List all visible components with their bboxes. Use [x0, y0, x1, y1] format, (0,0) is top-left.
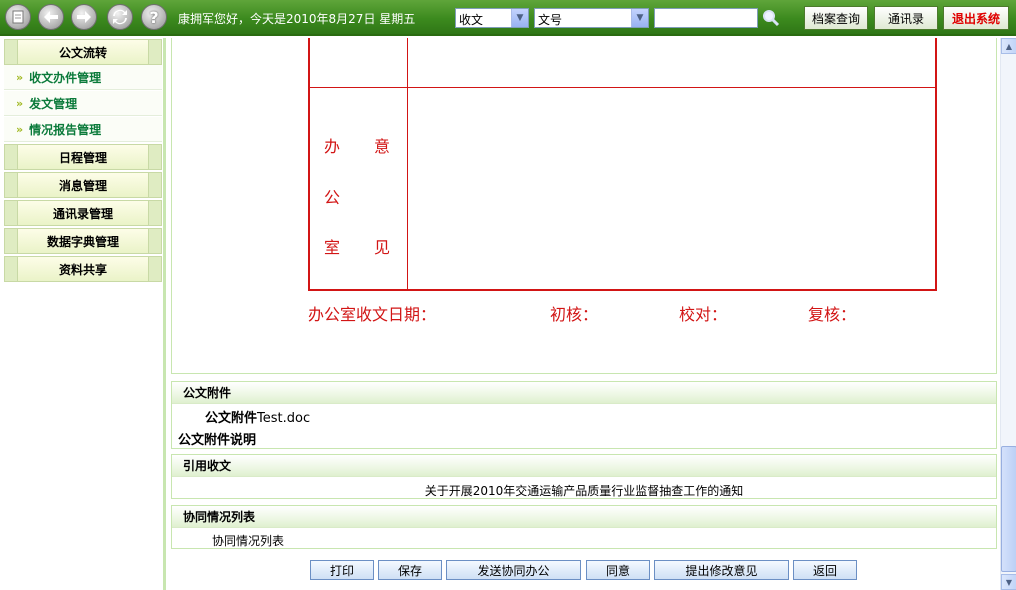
help-icon[interactable]: ?	[141, 4, 167, 30]
sidebar-item-label: 情况报告管理	[29, 122, 102, 137]
back-icon[interactable]	[38, 4, 64, 30]
scrollbar-thumb[interactable]	[1001, 446, 1016, 572]
suggest-changes-button[interactable]: 提出修改意见	[654, 560, 789, 580]
opinion-label-char: 办	[324, 137, 341, 156]
double-arrow-icon: »	[16, 96, 24, 110]
forward-icon[interactable]	[71, 4, 97, 30]
attachment-file-link[interactable]: Test.doc	[257, 411, 310, 426]
attachment-row: 公文附件Test.doc	[205, 407, 310, 426]
attachment-desc-label: 公文附件说明	[178, 433, 257, 448]
field-value: 文号	[538, 13, 563, 27]
doc-type-select[interactable]: 收文 ▼	[455, 8, 529, 28]
sidebar-item-label: 发文管理	[29, 96, 78, 111]
table-divider	[407, 38, 408, 289]
greeting-text: 康拥军您好，今天是2010年8月27日 星期五	[178, 12, 416, 26]
attachment-label: 公文附件	[205, 411, 258, 426]
sidebar-menu-share[interactable]: 资料共享	[4, 256, 162, 282]
chevron-down-icon[interactable]: ▼	[511, 9, 528, 27]
send-coop-button[interactable]: 发送协同办公	[446, 560, 581, 580]
opinion-table: 办 意 公 室 见	[308, 38, 937, 291]
field-select[interactable]: 文号 ▼	[534, 8, 649, 28]
reference-section: 引用收文 关于开展2010年交通运输产品质量行业监督抽查工作的通知	[171, 454, 997, 499]
app-window: ? 康拥军您好，今天是2010年8月27日 星期五 收文 ▼ 文号 ▼ 档案查询…	[0, 0, 1016, 590]
double-arrow-icon: »	[16, 70, 24, 84]
attachment-section-title: 公文附件	[172, 382, 996, 404]
opinion-label-char: 意	[374, 137, 391, 156]
opinion-label-char: 见	[374, 238, 391, 257]
sidebar: 公文流转 » 收文办件管理 » 发文管理 » 情况报告管理 日程管理 消息管理 …	[0, 38, 166, 590]
reference-section-title: 引用收文	[172, 455, 996, 477]
sidebar-item-receive[interactable]: » 收文办件管理	[4, 65, 162, 90]
print-button[interactable]: 打印	[310, 560, 374, 580]
logout-button[interactable]: 退出系统	[943, 6, 1009, 30]
document-frame: 办 意 公 室 见 办公室收文日期： 初核： 校对： 复核：	[171, 38, 997, 374]
scroll-up-icon[interactable]: ▲	[1001, 38, 1016, 54]
search-icon[interactable]	[762, 9, 780, 27]
sidebar-menu-schedule[interactable]: 日程管理	[4, 144, 162, 170]
first-check-label: 初核：	[550, 305, 599, 324]
save-button[interactable]: 保存	[378, 560, 442, 580]
refresh-icon[interactable]	[107, 4, 133, 30]
vertical-scrollbar[interactable]: ▲ ▼	[1000, 38, 1016, 590]
sidebar-item-label: 收文办件管理	[29, 70, 102, 85]
sidebar-item-send[interactable]: » 发文管理	[4, 91, 162, 116]
recheck-label: 复核：	[808, 305, 857, 324]
proofread-label: 校对：	[679, 305, 728, 324]
receive-date-label: 办公室收文日期：	[308, 305, 437, 324]
top-toolbar: ? 康拥军您好，今天是2010年8月27日 星期五 收文 ▼ 文号 ▼ 档案查询…	[0, 0, 1016, 36]
search-input[interactable]	[654, 8, 758, 28]
opinion-label-char: 公	[324, 188, 341, 207]
sidebar-section-doc-flow[interactable]: 公文流转	[4, 39, 162, 65]
sidebar-menu-messages[interactable]: 消息管理	[4, 172, 162, 198]
back-button[interactable]: 返回	[793, 560, 857, 580]
home-icon[interactable]	[5, 4, 31, 30]
coop-section-title: 协同情况列表	[172, 506, 996, 528]
chevron-down-icon[interactable]: ▼	[631, 9, 648, 27]
doc-type-value: 收文	[459, 13, 484, 27]
double-arrow-icon: »	[16, 122, 24, 136]
sidebar-menu-dictionary[interactable]: 数据字典管理	[4, 228, 162, 254]
opinion-label-char: 室	[324, 238, 341, 257]
scroll-down-icon[interactable]: ▼	[1001, 574, 1016, 590]
coop-list-content: 协同情况列表	[212, 534, 285, 548]
contacts-button[interactable]: 通讯录	[874, 6, 938, 30]
archive-search-button[interactable]: 档案查询	[804, 6, 868, 30]
main-content: 办 意 公 室 见 办公室收文日期： 初核： 校对： 复核： 公文附件 公文附件…	[170, 38, 1000, 590]
reference-doc-link[interactable]: 关于开展2010年交通运输产品质量行业监督抽查工作的通知	[172, 482, 996, 499]
coop-section: 协同情况列表 协同情况列表	[171, 505, 997, 549]
sidebar-item-report[interactable]: » 情况报告管理	[4, 117, 162, 142]
attachment-section: 公文附件 公文附件Test.doc 公文附件说明	[171, 381, 997, 449]
sidebar-menu-contacts[interactable]: 通讯录管理	[4, 200, 162, 226]
agree-button[interactable]: 同意	[586, 560, 650, 580]
table-divider	[310, 87, 935, 88]
